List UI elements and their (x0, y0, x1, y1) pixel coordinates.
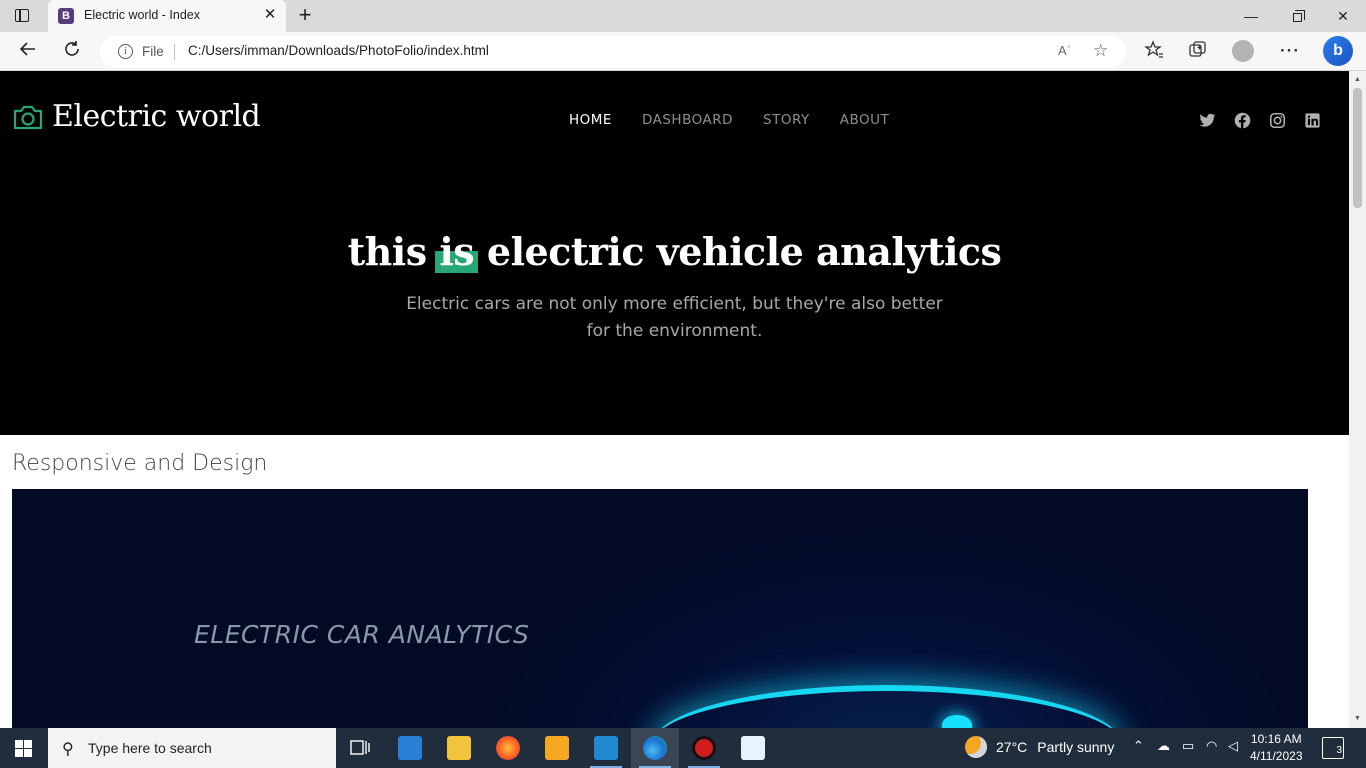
page-scrollbar[interactable]: ▲ ▼ (1349, 71, 1366, 728)
system-clock[interactable]: 10:16 AM 4/11/2023 (1250, 731, 1303, 765)
profile-avatar[interactable] (1232, 40, 1254, 62)
linkedin-icon[interactable] (1304, 112, 1321, 129)
main-nav: HOME DASHBOARD STORY ABOUT (569, 112, 919, 128)
scrollbar-thumb[interactable] (1353, 88, 1362, 208)
store-app[interactable] (533, 728, 581, 768)
snip-tool-app[interactable] (729, 728, 777, 768)
showcase-label: ELECTRIC CAR ANALYTICS (194, 620, 530, 649)
reload-button[interactable] (61, 40, 83, 62)
tab-title: Electric world - Index (84, 8, 201, 22)
site-header: Electric world HOME DASHBOARD STORY ABOU… (0, 71, 1349, 435)
taskbar-search[interactable]: ⚲ Type here to search (48, 728, 336, 768)
hero-title-end: electric vehicle analytics (474, 229, 1002, 274)
weather-widget[interactable]: 27°C Partly sunny (965, 736, 1114, 758)
instagram-icon[interactable] (1269, 112, 1286, 129)
car-illustration (652, 685, 1122, 728)
edge-icon (643, 736, 667, 760)
add-favorite-icon[interactable]: ☆ (1093, 41, 1108, 61)
address-bar[interactable]: i File C:/Users/imman/Downloads/PhotoFol… (100, 36, 1126, 67)
search-placeholder: Type here to search (88, 740, 212, 756)
scroll-down-icon[interactable]: ▼ (1349, 712, 1366, 726)
chevron-up-icon[interactable]: ⌃ (1133, 738, 1144, 754)
recorder-app[interactable] (680, 728, 728, 768)
tab-actions-icon[interactable] (12, 7, 32, 25)
collections-glyph-icon (1189, 41, 1206, 57)
windows-taskbar: ⚲ Type here to search 27°C Partly sunny … (0, 728, 1366, 768)
nav-link-story[interactable]: STORY (763, 112, 810, 128)
minimize-button[interactable]: — (1228, 0, 1274, 32)
arrow-left-icon (19, 42, 35, 56)
back-button[interactable] (17, 40, 39, 62)
clock-time: 10:16 AM (1250, 732, 1302, 746)
snowflake-icon (741, 736, 765, 760)
mail-icon (398, 736, 422, 760)
page-viewport: Electric world HOME DASHBOARD STORY ABOU… (0, 71, 1349, 728)
file-explorer-app[interactable] (435, 728, 483, 768)
weather-temp: 27°C (996, 739, 1028, 755)
start-button[interactable] (0, 728, 48, 768)
browser-toolbar: i File C:/Users/imman/Downloads/PhotoFol… (0, 32, 1366, 71)
nav-link-about[interactable]: ABOUT (840, 112, 890, 128)
folder-icon (447, 736, 471, 760)
restore-button[interactable] (1274, 0, 1320, 32)
camera-icon (13, 105, 43, 129)
record-icon (692, 736, 716, 760)
url-text[interactable]: C:/Users/imman/Downloads/PhotoFolio/inde… (188, 43, 489, 58)
browser-tab[interactable]: B Electric world - Index ✕ (48, 0, 286, 32)
weather-text: Partly sunny (1037, 739, 1115, 755)
car-headlight (942, 715, 972, 728)
facebook-icon[interactable] (1234, 112, 1251, 129)
vscode-icon (594, 736, 618, 760)
brand-name: Electric world (52, 99, 261, 134)
section-title: Responsive and Design (12, 451, 268, 476)
firefox-app[interactable] (484, 728, 532, 768)
clock-date: 4/11/2023 (1250, 749, 1303, 763)
bootstrap-favicon-icon: B (58, 8, 74, 24)
favorites-icon[interactable] (1143, 40, 1165, 62)
read-aloud-icon[interactable]: Aʾ (1058, 43, 1071, 58)
bing-chat-icon[interactable]: b (1323, 36, 1353, 66)
edge-app[interactable] (631, 728, 679, 768)
task-view-icon (350, 740, 370, 755)
vscode-app[interactable] (582, 728, 630, 768)
social-links (1199, 112, 1339, 129)
hero-subtitle: Electric cars are not only more efficien… (406, 294, 943, 341)
info-icon[interactable]: i (118, 44, 133, 59)
showcase-banner: ELECTRIC CAR ANALYTICS (12, 489, 1308, 728)
notification-center-icon[interactable]: 3 (1322, 737, 1344, 759)
volume-icon[interactable]: ◁ (1228, 738, 1238, 754)
hero-title-start: this (347, 229, 440, 274)
store-icon (545, 736, 569, 760)
firefox-icon (496, 736, 520, 760)
hero-title-highlight: is (439, 229, 475, 274)
new-tab-button[interactable]: + (294, 4, 316, 26)
close-tab-icon[interactable]: ✕ (262, 6, 278, 24)
wifi-icon[interactable]: ◠ (1206, 738, 1217, 754)
mail-app[interactable] (386, 728, 434, 768)
url-separator (174, 44, 175, 60)
main-content: Responsive and Design ELECTRIC CAR ANALY… (0, 435, 1320, 728)
partly-sunny-icon (965, 736, 987, 758)
url-scheme-label: File (142, 44, 164, 59)
search-icon: ⚲ (62, 741, 74, 758)
more-options-icon[interactable]: ··· (1279, 40, 1301, 62)
site-logo[interactable]: Electric world (12, 99, 261, 134)
nav-link-dashboard[interactable]: DASHBOARD (642, 112, 733, 128)
hero-title: this is electric vehicle analytics (0, 229, 1349, 274)
collections-icon[interactable] (1187, 40, 1209, 62)
scroll-up-icon[interactable]: ▲ (1349, 73, 1366, 87)
twitter-icon[interactable] (1199, 112, 1216, 129)
browser-tab-bar: B Electric world - Index ✕ + — ✕ (0, 0, 1366, 32)
task-view-button[interactable] (336, 728, 384, 768)
notification-count: 3 (1336, 745, 1342, 756)
windows-logo-icon (15, 740, 23, 748)
onedrive-icon[interactable]: ☁ (1157, 738, 1170, 754)
battery-icon[interactable]: ▭ (1182, 738, 1194, 754)
star-list-icon (1144, 40, 1163, 58)
close-window-button[interactable]: ✕ (1320, 0, 1366, 32)
nav-link-home[interactable]: HOME (569, 112, 612, 128)
refresh-icon (65, 41, 79, 56)
